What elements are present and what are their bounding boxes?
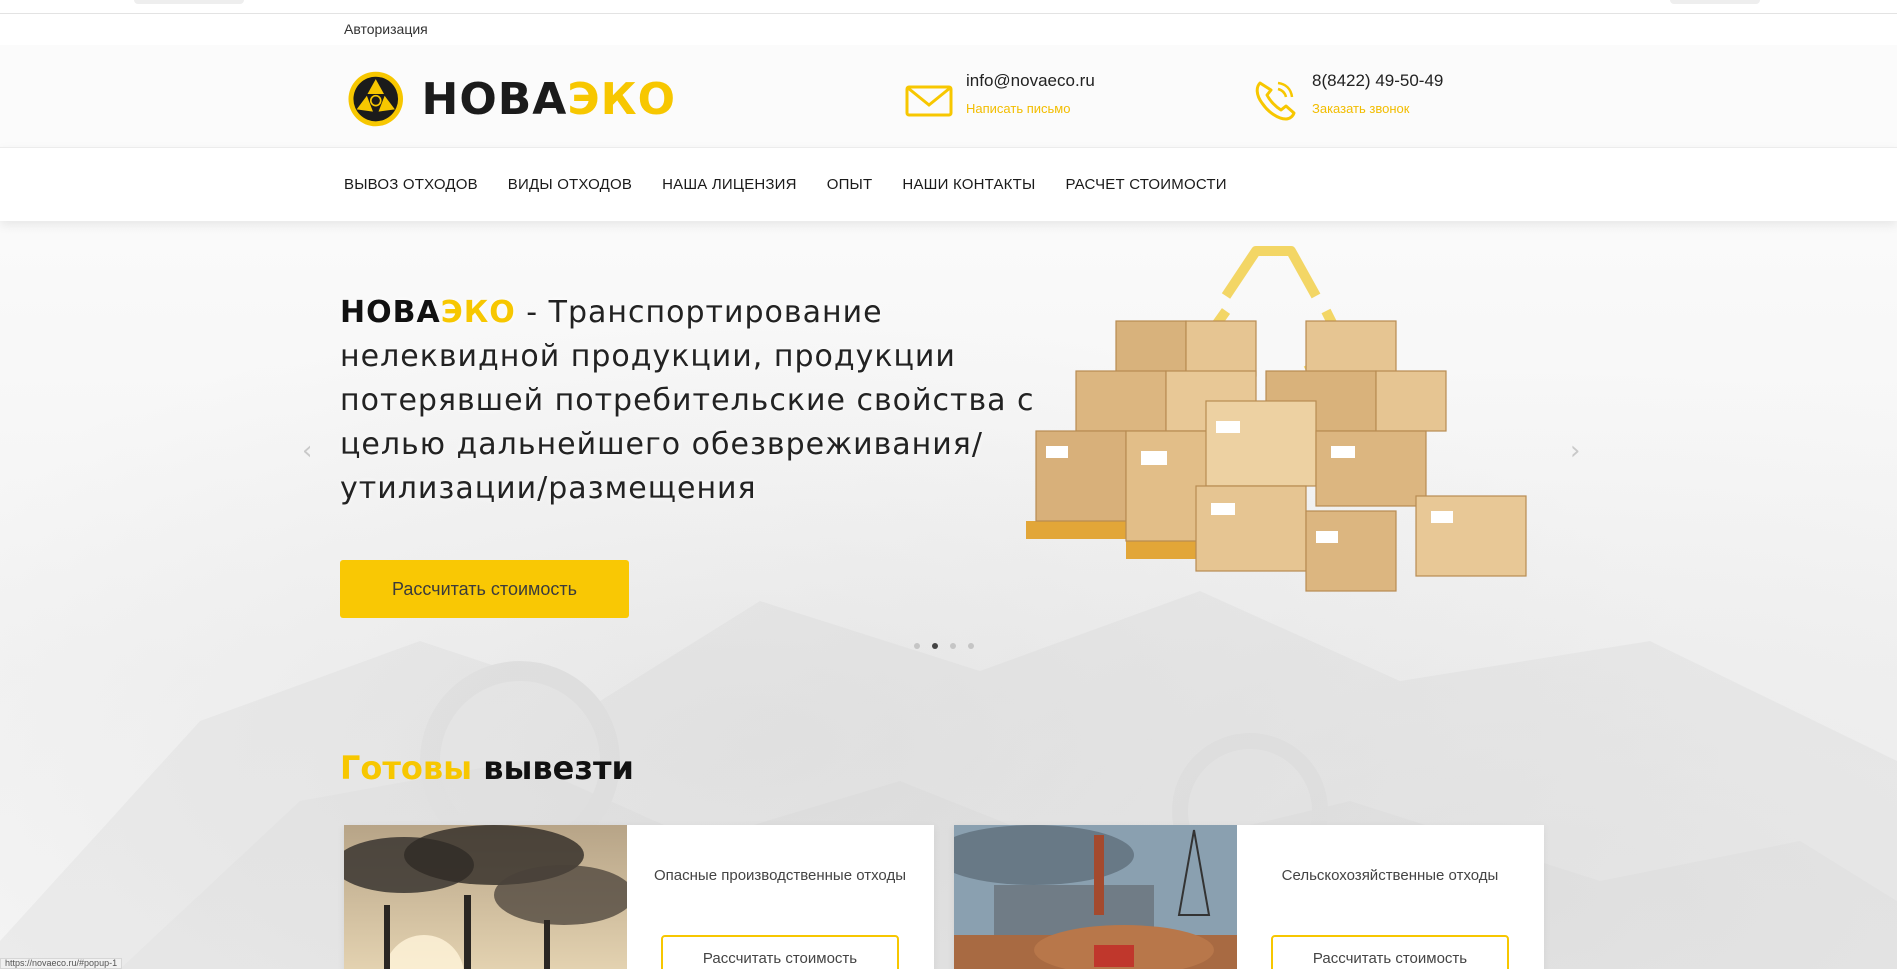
main-nav: ВЫВОЗ ОТХОДОВ ВИДЫ ОТХОДОВ НАША ЛИЦЕНЗИЯ… xyxy=(0,147,1897,221)
slider-dot-2[interactable] xyxy=(932,643,938,649)
hero-headline: НОВАЭКО - Транспортирование нелеквидной … xyxy=(340,291,1060,511)
browser-chrome-strip xyxy=(0,0,1897,14)
logo-text: НОВАЭКО xyxy=(422,74,677,125)
phone-number[interactable]: 8(8422) 49-50-49 xyxy=(1312,71,1443,91)
slider-prev-arrow[interactable]: ‹ xyxy=(302,436,312,466)
nav-item-contacts[interactable]: НАШИ КОНТАКТЫ xyxy=(902,176,1035,193)
nav-item-experience[interactable]: ОПЫТ xyxy=(827,176,873,193)
nav-item-waste-removal[interactable]: ВЫВОЗ ОТХОДОВ xyxy=(344,176,478,193)
nav-item-price-calc[interactable]: РАСЧЕТ СТОИМОСТИ xyxy=(1065,176,1226,193)
slider-next-arrow[interactable]: › xyxy=(1570,436,1580,466)
auth-link[interactable]: Авторизация xyxy=(344,21,428,37)
browser-status-url: https://novaeco.ru/#popup-1 xyxy=(0,958,123,969)
site-logo[interactable]: НОВАЭКО xyxy=(346,63,676,135)
email-contact: info@novaeco.ru Написать письмо xyxy=(904,71,1095,125)
hero-brand-part-2: ЭКО xyxy=(440,295,516,330)
request-call-link[interactable]: Заказать звонок xyxy=(1312,101,1443,116)
logo-part-1: НОВА xyxy=(421,73,568,125)
card-title: Опасные производственные отходы xyxy=(654,867,906,884)
card-image-smoke-stacks xyxy=(344,825,627,969)
service-card: Опасные производственные отходы Рассчита… xyxy=(344,825,934,969)
hero-brand-part-1: НОВА xyxy=(340,295,441,330)
nav-item-waste-types[interactable]: ВИДЫ ОТХОДОВ xyxy=(508,176,632,193)
hero-slider: НОВАЭКО - Транспортирование нелеквидной … xyxy=(0,221,1897,969)
envelope-icon xyxy=(905,85,953,117)
calculate-cost-button[interactable]: Рассчитать стоимость xyxy=(340,560,629,618)
card-calculate-button[interactable]: Рассчитать стоимость xyxy=(661,935,899,969)
card-image-industrial-site xyxy=(954,825,1237,969)
slider-dot-4[interactable] xyxy=(968,643,974,649)
slider-dot-3[interactable] xyxy=(950,643,956,649)
site-header: НОВАЭКО info@novaeco.ru Написать письмо … xyxy=(0,45,1897,147)
phone-icon xyxy=(1255,81,1296,121)
slider-dots xyxy=(914,643,986,649)
section-title: Готовы вывезти xyxy=(340,749,634,787)
card-calculate-button[interactable]: Рассчитать стоимость xyxy=(1271,935,1509,969)
slider-dot-1[interactable] xyxy=(914,643,920,649)
nav-item-license[interactable]: НАША ЛИЦЕНЗИЯ xyxy=(662,176,797,193)
cardboard-boxes-image xyxy=(1026,246,1527,592)
recycle-logo-icon xyxy=(348,71,404,127)
logo-part-2: ЭКО xyxy=(567,73,676,125)
email-address[interactable]: info@novaeco.ru xyxy=(966,71,1095,91)
section-title-rest: вывезти xyxy=(472,749,634,787)
browser-toolbar-remnant xyxy=(1670,0,1760,4)
phone-contact: 8(8422) 49-50-49 Заказать звонок xyxy=(1250,71,1443,125)
section-title-accent: Готовы xyxy=(340,749,473,787)
hero-brand: НОВАЭКО xyxy=(340,295,516,330)
service-card: Сельскохозяйственные отходы Рассчитать с… xyxy=(954,825,1544,969)
card-title: Сельскохозяйственные отходы xyxy=(1281,867,1499,884)
browser-tab-remnant xyxy=(134,0,244,4)
write-letter-link[interactable]: Написать письмо xyxy=(966,101,1095,116)
